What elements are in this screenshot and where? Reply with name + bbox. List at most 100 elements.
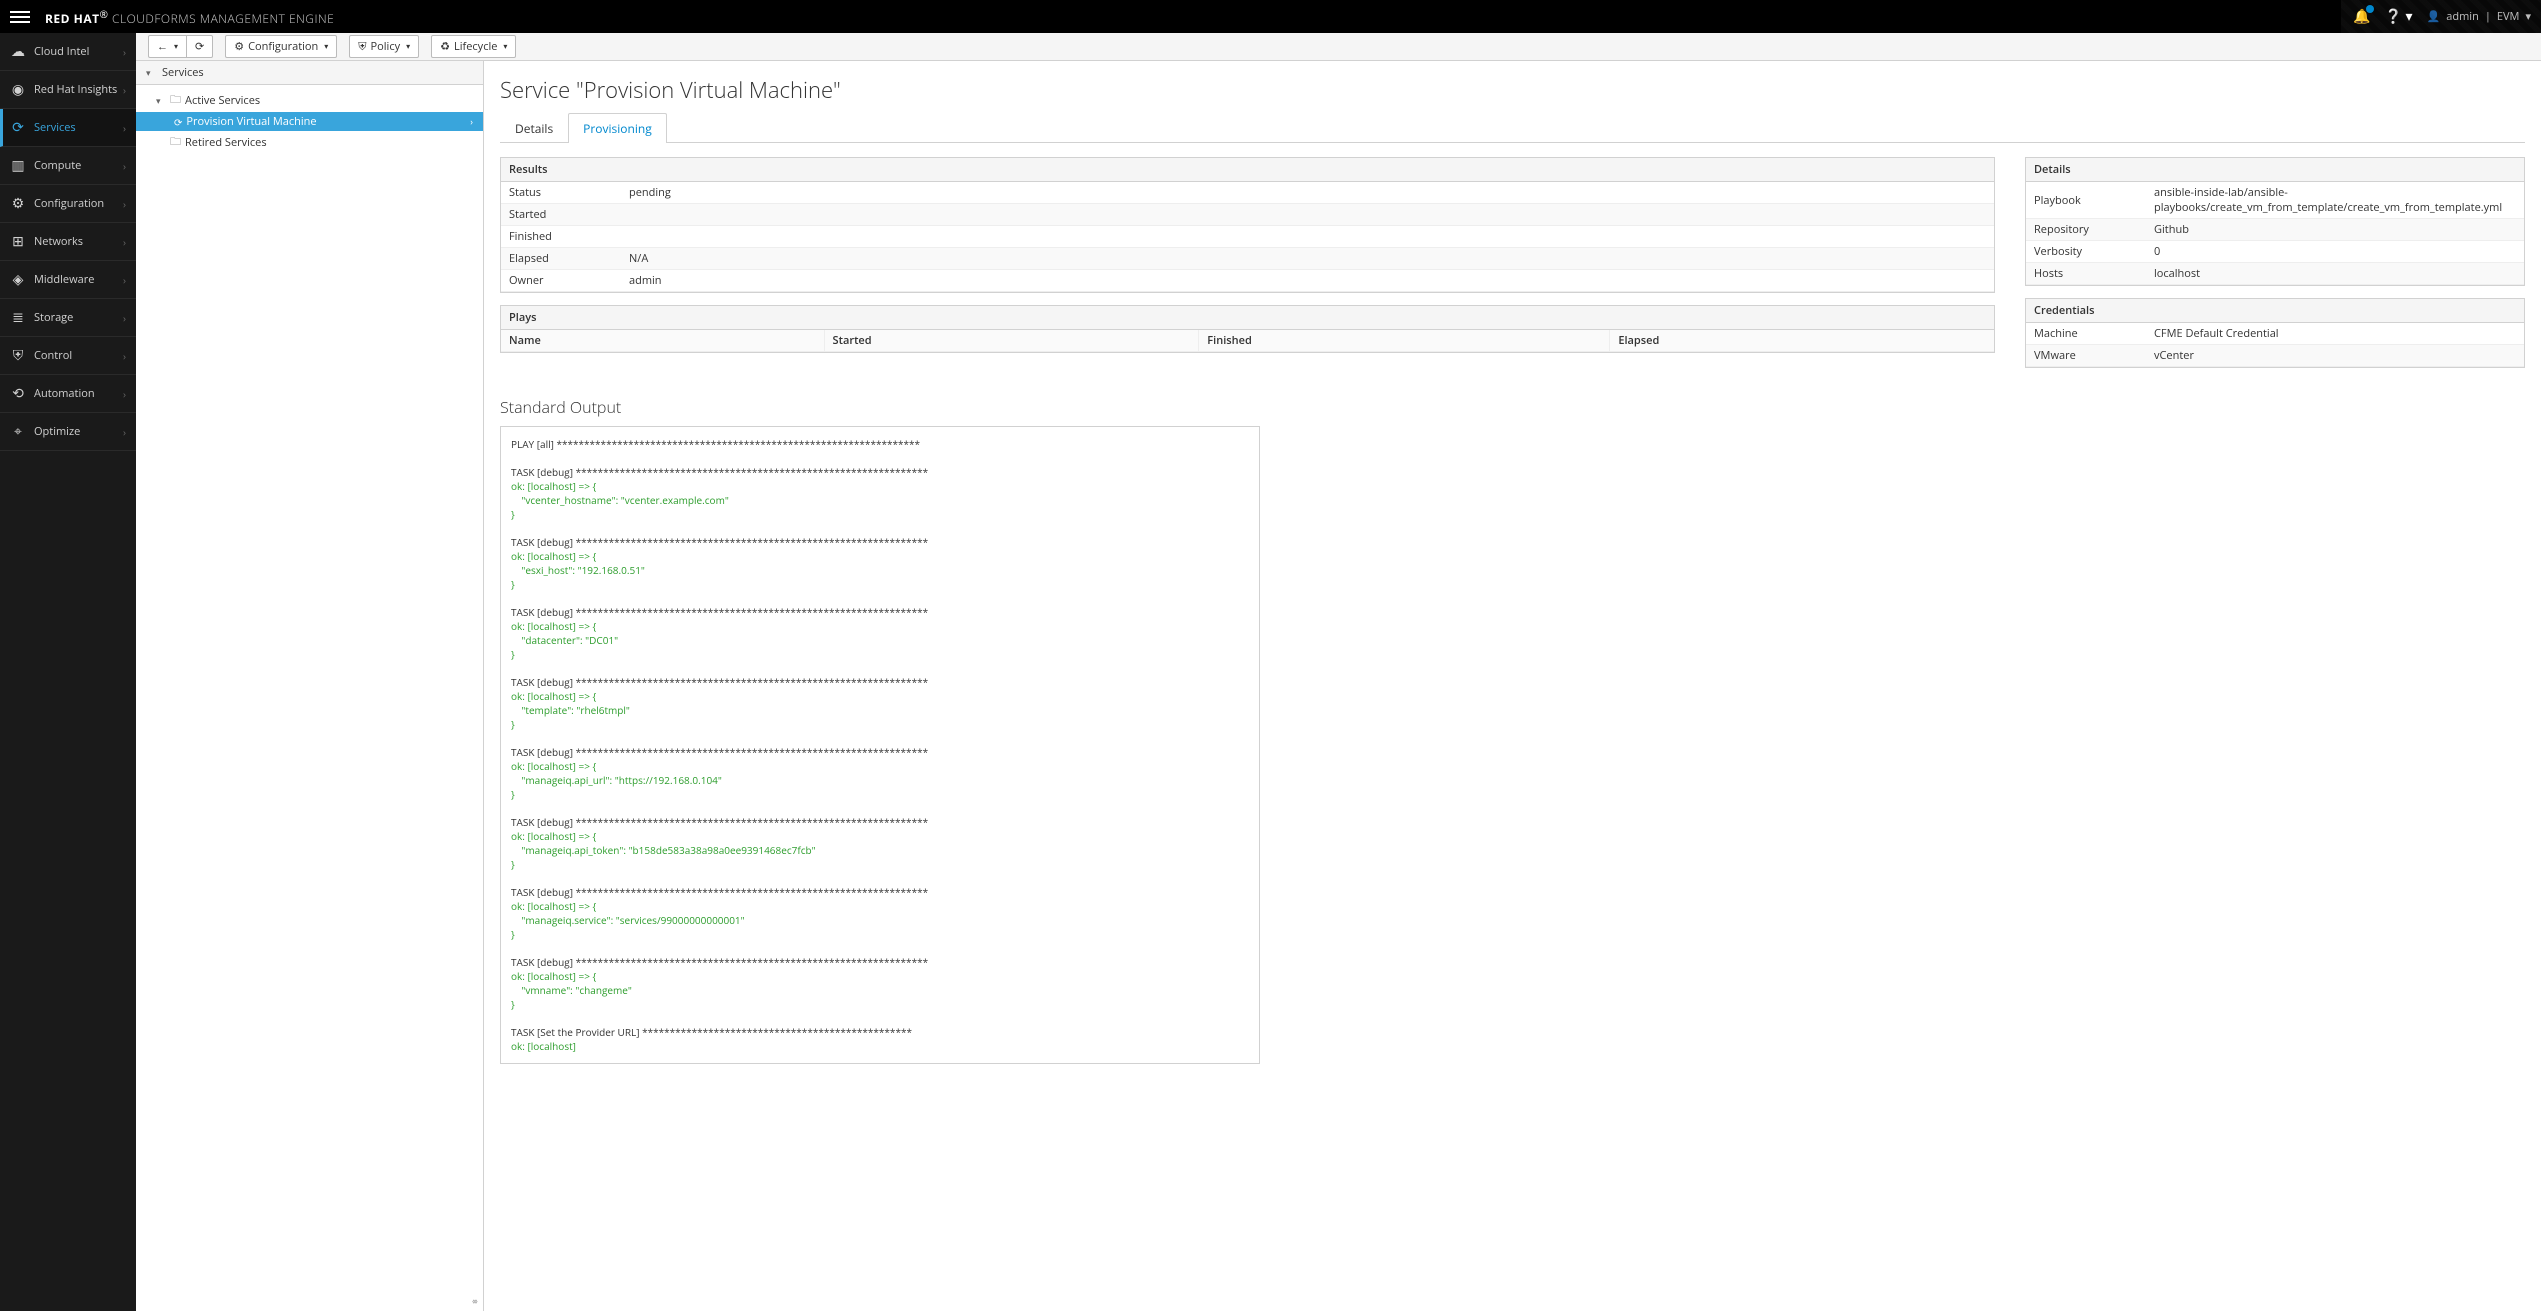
stdout-line: ok: [localhost] => { — [511, 759, 1249, 773]
sidebar-item-control[interactable]: ⛨Control› — [0, 337, 136, 375]
stdout-line — [511, 591, 1249, 605]
tree-node-provision-vm[interactable]: ⟳ Provision Virtual Machine › — [136, 112, 483, 131]
table-row: Playbookansible-inside-lab/ansible-playb… — [2026, 182, 2524, 219]
stdout-line: } — [511, 717, 1249, 731]
panel-header: Details — [2026, 158, 2524, 182]
col-started: Started — [824, 330, 1199, 352]
chevron-right-icon: › — [123, 425, 126, 439]
stdout-line: } — [511, 787, 1249, 801]
sidebar-item-label: Configuration — [34, 196, 104, 211]
stdout-line — [511, 801, 1249, 815]
stdout-line: TASK [debug] ***************************… — [511, 815, 1249, 829]
stdout-line: ok: [localhost] => { — [511, 969, 1249, 983]
tabs: Details Provisioning — [500, 113, 2525, 143]
brand: RED HAT® CLOUDFORMS MANAGEMENT ENGINE — [45, 7, 334, 27]
menu-toggle-icon[interactable] — [10, 8, 30, 26]
sidebar-item-optimize[interactable]: ⌖Optimize› — [0, 413, 136, 451]
chevron-right-icon: › — [123, 83, 126, 97]
sidebar-item-label: Storage — [34, 310, 73, 325]
stdout-line: TASK [debug] ***************************… — [511, 535, 1249, 549]
tree-node-active-services[interactable]: ▾ 🗀 Active Services — [136, 89, 483, 112]
nav-icon: ≣ — [10, 308, 26, 327]
sidebar-item-networks[interactable]: ⊞ Networks › — [0, 223, 136, 261]
sidebar-item-red-hat-insights[interactable]: ◉Red Hat Insights› — [0, 71, 136, 109]
row-value: admin — [621, 270, 1994, 292]
row-key: VMware — [2026, 345, 2146, 367]
col-elapsed: Elapsed — [1610, 330, 1994, 352]
user-menu[interactable]: 👤 admin | EVM ▾ — [2427, 9, 2531, 24]
tree-node-retired-services[interactable]: 🗀 Retired Services — [136, 131, 483, 154]
row-key: Status — [501, 182, 621, 204]
chevron-down-icon: ▾ — [2525, 9, 2531, 24]
main: ←▾ ⟳ ⚙Configuration▾ ⛨Policy▾ ♻Lifecycle… — [136, 33, 2541, 1311]
header-right: 🔔 ❔ ▾ 👤 admin | EVM ▾ — [2353, 7, 2531, 26]
stdout-line: TASK [Set the Provider URL] ************… — [511, 1025, 1249, 1039]
chevron-right-icon: › — [123, 349, 126, 363]
stdout-line: ok: [localhost] => { — [511, 549, 1249, 563]
row-value: N/A — [621, 248, 1994, 270]
content: ▾ Services ▾ 🗀 Active Services ⟳ Provisi… — [136, 61, 2541, 1311]
stdout-line — [511, 1011, 1249, 1025]
configuration-menu[interactable]: ⚙Configuration▾ — [225, 35, 337, 58]
nav-icon: ⟲ — [10, 384, 26, 403]
credentials-table: MachineCFME Default CredentialVMwarevCen… — [2026, 323, 2524, 367]
back-button[interactable]: ←▾ — [148, 35, 187, 58]
stdout-line: TASK [debug] ***************************… — [511, 465, 1249, 479]
sidebar-item-middleware[interactable]: ◈Middleware› — [0, 261, 136, 299]
col-finished: Finished — [1199, 330, 1610, 352]
stdout-line — [511, 941, 1249, 955]
sidebar-item-services[interactable]: ⟳Services› — [0, 109, 136, 147]
stdout-box[interactable]: PLAY [all] *****************************… — [500, 426, 1260, 1064]
resize-handle[interactable]: ‹ › ‹ › — [472, 1294, 476, 1307]
stdout-line: ok: [localhost] => { — [511, 479, 1249, 493]
table-row: Verbosity0 — [2026, 241, 2524, 263]
row-key: Elapsed — [501, 248, 621, 270]
plays-panel: Plays Name Started Finished Elapsed — [500, 305, 1995, 353]
nav-icon: ⊞ — [10, 232, 26, 251]
sidebar-item-label: Networks — [34, 234, 83, 249]
sidebar-item-automation[interactable]: ⟲Automation› — [0, 375, 136, 413]
tree-root[interactable]: ▾ Services — [136, 61, 483, 85]
stdout-line: ok: [localhost] — [511, 1039, 1249, 1053]
sidebar-item-storage[interactable]: ≣Storage› — [0, 299, 136, 337]
row-key: Owner — [501, 270, 621, 292]
page-title: Service "Provision Virtual Machine" — [500, 75, 2525, 105]
nav-icon: ⛨ — [10, 346, 26, 365]
stdout-line: } — [511, 927, 1249, 941]
policy-menu[interactable]: ⛨Policy▾ — [349, 35, 419, 58]
service-icon: ⟳ — [174, 115, 182, 129]
nav-icon: ☁ — [10, 42, 26, 61]
credentials-panel: Credentials MachineCFME Default Credenti… — [2025, 298, 2525, 368]
refresh-button[interactable]: ⟳ — [187, 35, 213, 58]
stdout-title: Standard Output — [500, 396, 2525, 418]
stdout-line — [511, 731, 1249, 745]
stdout-line — [511, 871, 1249, 885]
tree-panel: ▾ Services ▾ 🗀 Active Services ⟳ Provisi… — [136, 61, 484, 1311]
lifecycle-menu[interactable]: ♻Lifecycle▾ — [431, 35, 516, 58]
notifications-icon[interactable]: 🔔 — [2353, 7, 2370, 26]
tree-label: Active Services — [185, 93, 260, 108]
table-row: RepositoryGithub — [2026, 219, 2524, 241]
row-key: Playbook — [2026, 182, 2146, 219]
details-panel: Details Playbookansible-inside-lab/ansib… — [2025, 157, 2525, 286]
sidebar-item-configuration[interactable]: ⚙Configuration› — [0, 185, 136, 223]
sidebar-item-cloud-intel[interactable]: ☁Cloud Intel› — [0, 33, 136, 71]
stdout-line: ok: [localhost] => { — [511, 829, 1249, 843]
tab-provisioning[interactable]: Provisioning — [568, 113, 667, 143]
left-column: Results StatuspendingStartedFinishedElap… — [500, 157, 1995, 380]
chevron-right-icon: › — [123, 235, 126, 249]
stdout-line: "template": "rhel6tmpl" — [511, 703, 1249, 717]
table-row: Finished — [501, 226, 1994, 248]
row-key: Repository — [2026, 219, 2146, 241]
collapse-icon: ▾ — [146, 66, 156, 79]
stdout-line — [511, 451, 1249, 465]
stdout-line: PLAY [all] *****************************… — [511, 437, 1249, 451]
sidebar-item-compute[interactable]: ▥Compute› — [0, 147, 136, 185]
row-key: Machine — [2026, 323, 2146, 345]
nav-icon: ◉ — [10, 80, 26, 99]
row-key: Started — [501, 204, 621, 226]
chevron-right-icon: › — [123, 159, 126, 173]
collapse-icon: ▾ — [156, 94, 166, 107]
help-icon[interactable]: ❔ ▾ — [2384, 7, 2412, 26]
tab-details[interactable]: Details — [500, 113, 568, 143]
